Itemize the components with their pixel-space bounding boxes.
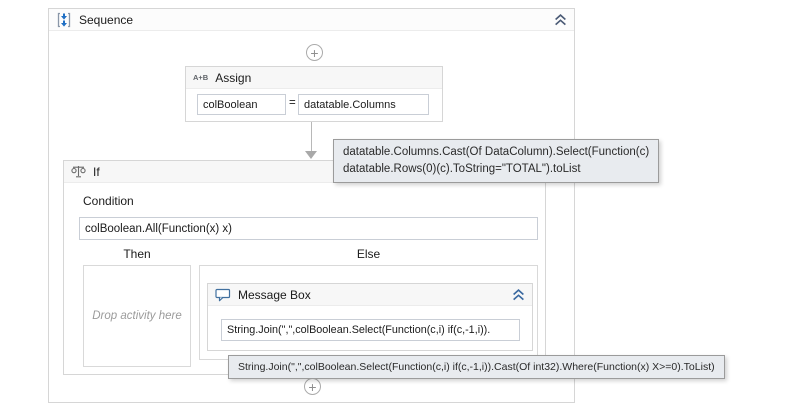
sequence-icon [56,12,72,28]
messagebox-title: Message Box [238,287,311,302]
messagebox-text-input[interactable]: String.Join(",",colBoolean.Select(Functi… [221,319,520,341]
scales-icon [71,164,86,179]
messagebox-header[interactable]: Message Box [208,284,532,306]
tooltip-line-1: datatable.Columns.Cast(Of DataColumn).Se… [343,146,650,158]
chevron-double-up-icon [513,288,524,300]
assign-activity[interactable]: A+B Assign colBoolean = datatable.Column… [185,66,443,122]
equals-sign: = [289,97,296,109]
if-title: If [93,164,100,179]
messagebox-activity[interactable]: Message Box String.Join(",",colBoolean.S… [207,283,533,351]
chevron-double-up-icon [555,13,566,25]
assign-to-input[interactable]: colBoolean [197,94,286,115]
sequence-collapse-button[interactable] [554,13,567,26]
tooltip-line-2: datatable.Rows(0)(c).ToString="TOTAL").t… [343,163,581,175]
condition-label: Condition [83,194,134,208]
flow-arrow-head [305,151,317,159]
sequence-header[interactable]: Sequence [49,9,574,31]
message-icon [215,288,231,302]
drop-hint: Drop activity here [92,310,182,322]
workflow-canvas: Sequence + A+B Assign colBoolean = datat… [0,0,786,409]
messagebox-expression-tooltip: String.Join(",",colBoolean.Select(Functi… [228,355,725,379]
condition-input[interactable]: colBoolean.All(Function(x) x) [79,217,538,240]
assign-icon: A+B [193,73,209,82]
tooltip-text: String.Join(",",colBoolean.Select(Functi… [238,361,715,373]
add-activity-button-bottom[interactable]: + [304,378,321,395]
assign-expression-tooltip: datatable.Columns.Cast(Of DataColumn).Se… [333,139,660,183]
assign-value-input[interactable]: datatable.Columns [298,94,429,115]
else-container[interactable]: Message Box String.Join(",",colBoolean.S… [199,265,538,360]
messagebox-collapse-button[interactable] [512,288,525,301]
then-drop-area[interactable]: Drop activity here [83,265,191,367]
assign-title: Assign [215,70,252,85]
if-activity[interactable]: If Condition colBoolean.All(Function(x) … [63,160,546,375]
assign-body: colBoolean = datatable.Columns [186,89,442,122]
plus-icon: + [310,44,319,61]
flow-arrow-line [311,122,312,152]
sequence-title: Sequence [79,12,134,27]
plus-icon: + [308,378,317,395]
add-activity-button-top[interactable]: + [306,44,323,61]
then-label: Then [123,247,151,261]
else-label: Else [356,247,381,261]
assign-header[interactable]: A+B Assign [186,67,442,89]
